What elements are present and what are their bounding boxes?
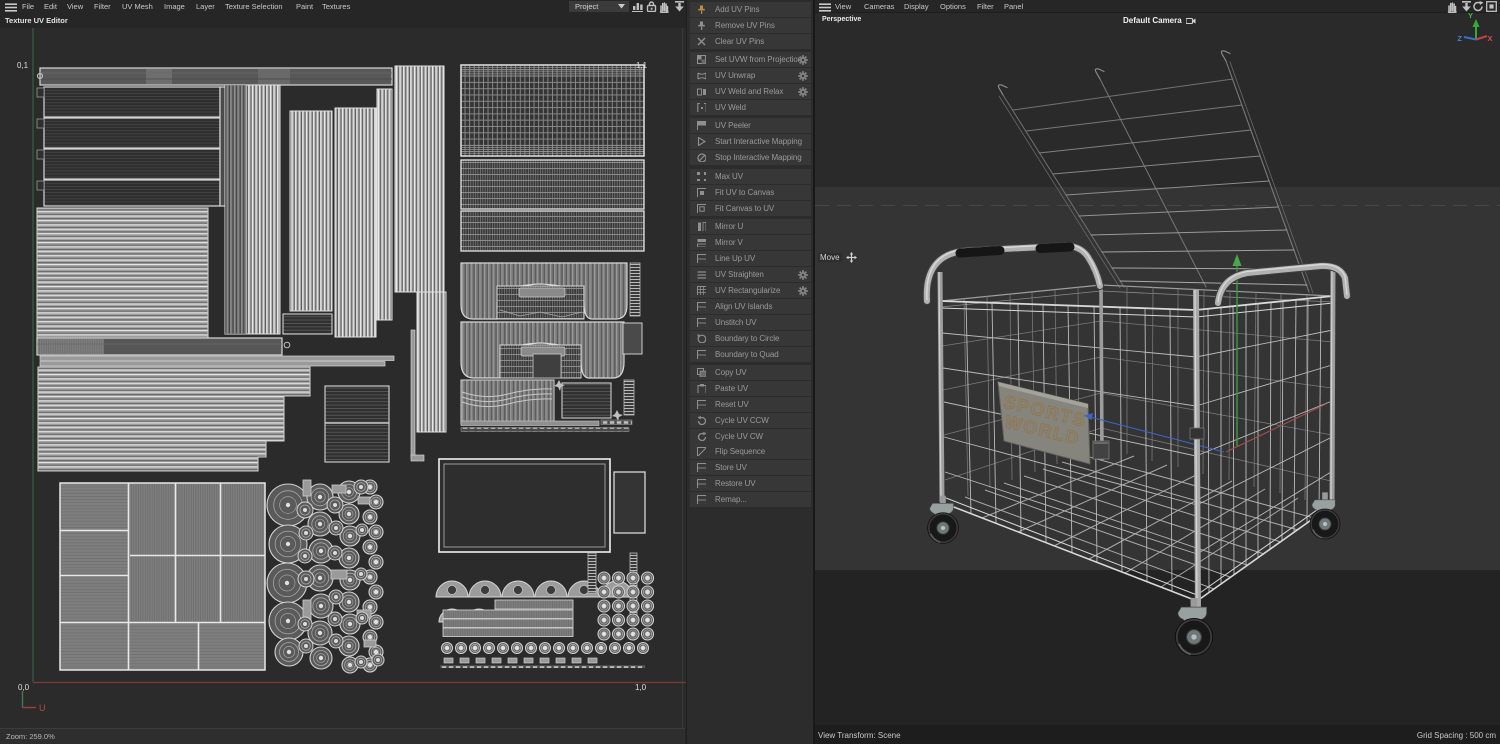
svg-text:Z: Z: [1457, 34, 1462, 43]
svg-text:U: U: [39, 703, 46, 713]
svg-text:X: X: [1488, 34, 1493, 43]
